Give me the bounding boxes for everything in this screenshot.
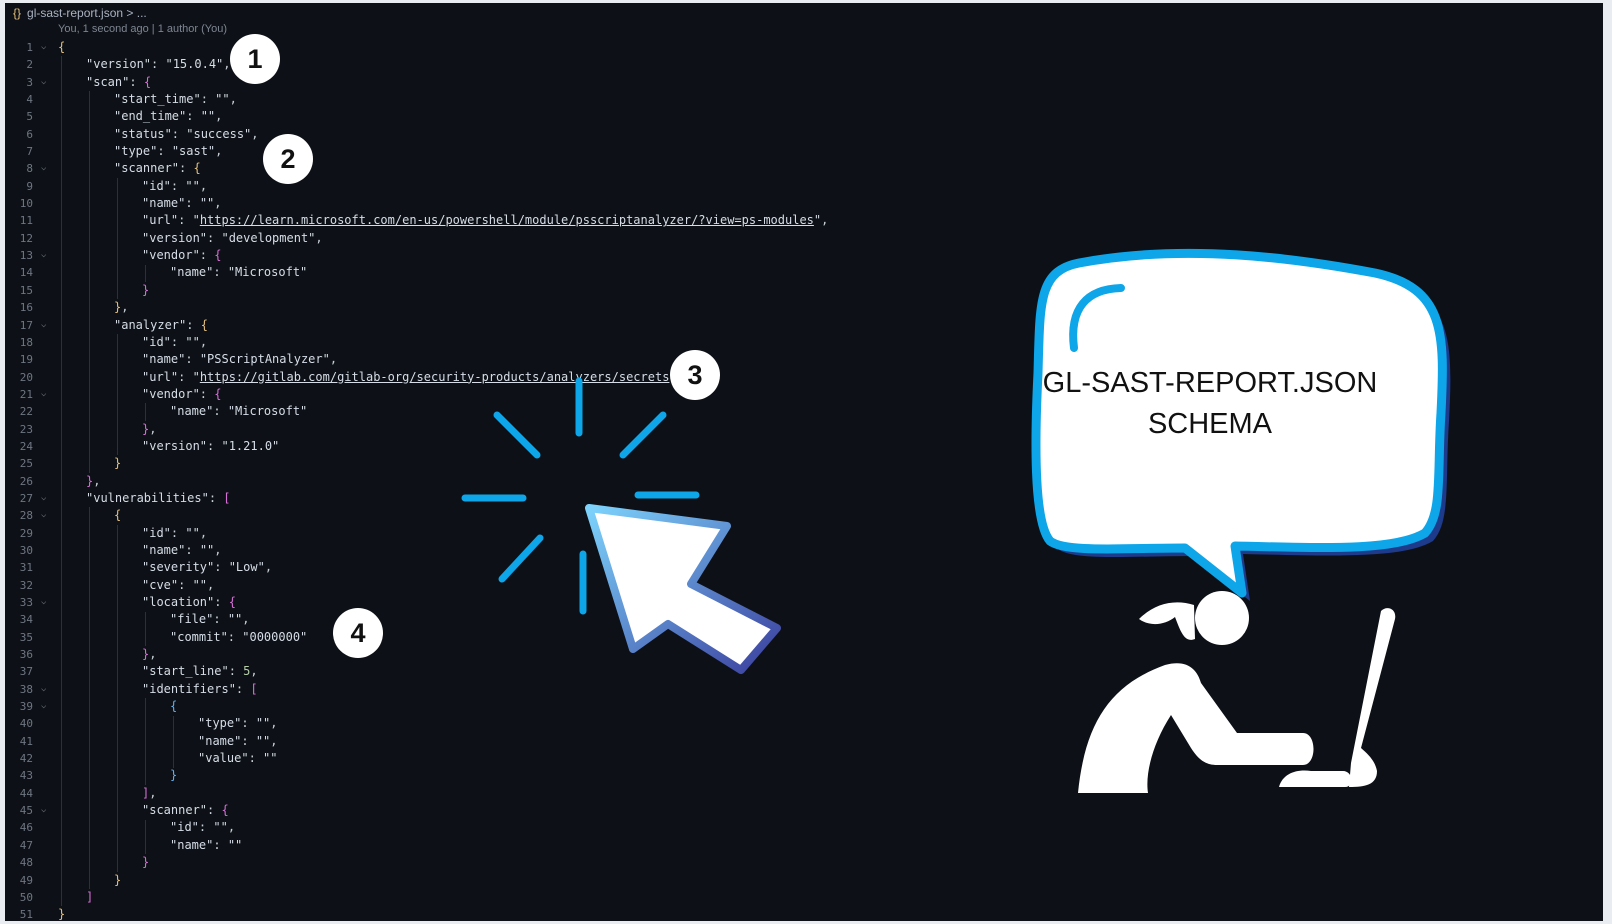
step-badge-2: 2	[263, 134, 313, 184]
person-at-computer-icon	[1078, 591, 1396, 793]
burst-line	[493, 411, 541, 459]
editor-window: {} gl-sast-report.json > ... You, 1 secon…	[5, 3, 1603, 921]
bubble-title: GL-SAST-REPORT.JSON SCHEMA	[1030, 363, 1390, 445]
mouse-cursor-icon	[585, 504, 781, 674]
bubble-title-line2: SCHEMA	[1147, 408, 1273, 440]
step-badge-1: 1	[230, 34, 280, 84]
burst-line	[498, 534, 544, 583]
step-badge-4: 4	[333, 608, 383, 658]
burst-line	[619, 411, 667, 459]
step-badge-3: 3	[670, 350, 720, 400]
illustration	[461, 248, 1451, 793]
bubble-title-line1: GL-SAST-REPORT.JSON	[1042, 367, 1378, 399]
